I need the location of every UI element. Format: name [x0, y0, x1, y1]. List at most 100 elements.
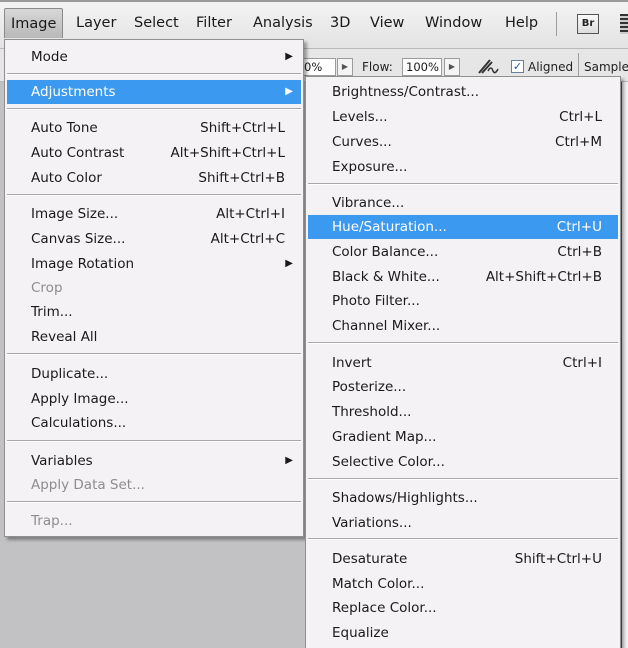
menu-item-label: Selective Color... — [332, 454, 445, 470]
menubar-divider — [556, 12, 557, 36]
airbrush-icon[interactable] — [476, 55, 502, 77]
menu-item-invert[interactable]: Invert Ctrl+I — [308, 351, 618, 375]
menu-item-calculations[interactable]: Calculations... — [7, 411, 301, 435]
menu-item-label: Trim... — [31, 304, 73, 320]
menu-item-label: Trap... — [31, 513, 73, 529]
menu-divider — [7, 73, 301, 75]
menu-item-label: Auto Color — [31, 170, 102, 186]
shortcut-label: Ctrl+M — [555, 134, 602, 150]
shortcut-label: Alt+Shift+Ctrl+L — [170, 145, 285, 161]
bridge-button[interactable]: Br — [577, 14, 599, 34]
menu-item-black-white[interactable]: Black & White... Alt+Shift+Ctrl+B — [308, 265, 618, 289]
menu-item-hue-saturation[interactable]: Hue/Saturation... Ctrl+U — [308, 215, 618, 239]
menu-item-gradient-map[interactable]: Gradient Map... — [308, 425, 618, 449]
submenu-arrow-icon: ▶ — [285, 51, 293, 62]
menu-item-curves[interactable]: Curves... Ctrl+M — [308, 130, 618, 154]
menu-divider — [308, 342, 618, 344]
menu-view[interactable]: View — [364, 8, 410, 38]
menu-item-image-size[interactable]: Image Size... Alt+Ctrl+I — [7, 202, 301, 226]
menu-item-reveal-all[interactable]: Reveal All — [7, 325, 301, 349]
menu-item-threshold[interactable]: Threshold... — [308, 400, 618, 424]
menu-item-image-rotation[interactable]: Image Rotation ▶ — [7, 252, 301, 276]
submenu-arrow-icon: ▶ — [285, 455, 293, 466]
menu-item-apply-image[interactable]: Apply Image... — [7, 387, 301, 411]
shortcut-label: Shift+Ctrl+U — [514, 551, 602, 567]
shortcut-label: Ctrl+L — [559, 109, 602, 125]
menu-item-label: Adjustments — [31, 84, 116, 100]
menu-item-label: Brightness/Contrast... — [332, 84, 480, 100]
menu-filter[interactable]: Filter — [190, 8, 238, 38]
menu-item-posterize[interactable]: Posterize... — [308, 375, 618, 399]
menu-item-apply-data-set: Apply Data Set... — [7, 473, 301, 497]
menu-analysis[interactable]: Analysis — [247, 8, 319, 38]
menu-divider — [7, 353, 301, 355]
menu-item-duplicate[interactable]: Duplicate... — [7, 362, 301, 386]
shortcut-label: Ctrl+B — [557, 244, 602, 260]
menu-item-label: Image Rotation — [31, 256, 135, 272]
menu-item-label: Invert — [332, 355, 372, 371]
menu-item-label: Replace Color... — [332, 600, 437, 616]
flow-field[interactable]: 100% — [402, 58, 442, 76]
menu-3d[interactable]: 3D — [324, 8, 356, 38]
menu-item-mode[interactable]: Mode ▶ — [7, 45, 301, 69]
flow-label: Flow: — [362, 60, 393, 74]
menu-select[interactable]: Select — [128, 8, 185, 38]
shortcut-label: Alt+Shift+Ctrl+B — [485, 269, 602, 285]
menu-item-adjustments[interactable]: Adjustments ▶ — [7, 80, 301, 104]
menu-item-label: Match Color... — [332, 576, 425, 592]
menu-divider — [7, 440, 301, 442]
menu-item-label: Levels... — [332, 109, 388, 125]
menu-item-trim[interactable]: Trim... — [7, 300, 301, 324]
menu-item-channel-mixer[interactable]: Channel Mixer... — [308, 314, 618, 338]
shortcut-label: Alt+Ctrl+I — [216, 206, 285, 222]
opacity-dropdown-button[interactable]: ▶ — [337, 58, 353, 76]
shortcut-label: Ctrl+I — [562, 355, 602, 371]
menu-item-trap: Trap... — [7, 509, 301, 533]
menu-item-variables[interactable]: Variables ▶ — [7, 449, 301, 473]
menu-item-label: Black & White... — [332, 269, 440, 285]
menu-item-variations[interactable]: Variations... — [308, 511, 618, 535]
menu-item-vibrance[interactable]: Vibrance... — [308, 191, 618, 215]
menu-item-shadows-highlights[interactable]: Shadows/Highlights... — [308, 486, 618, 510]
menu-item-canvas-size[interactable]: Canvas Size... Alt+Ctrl+C — [7, 227, 301, 251]
menu-item-auto-tone[interactable]: Auto Tone Shift+Ctrl+L — [7, 116, 301, 140]
menu-item-label: Shadows/Highlights... — [332, 490, 478, 506]
menu-item-label: Variations... — [332, 515, 412, 531]
menu-item-crop: Crop — [7, 276, 301, 300]
menu-divider — [7, 501, 301, 503]
submenu-arrow-icon: ▶ — [285, 86, 293, 97]
shortcut-label: Shift+Ctrl+B — [198, 170, 285, 186]
menu-item-color-balance[interactable]: Color Balance... Ctrl+B — [308, 240, 618, 264]
menu-item-label: Crop — [31, 280, 63, 296]
menu-item-equalize[interactable]: Equalize — [308, 621, 618, 645]
menu-item-desaturate[interactable]: Desaturate Shift+Ctrl+U — [308, 547, 618, 571]
menu-item-label: Equalize — [332, 625, 389, 641]
adjustments-submenu: Brightness/Contrast... Levels... Ctrl+L … — [305, 76, 621, 648]
mini-bridge-icon[interactable] — [620, 14, 628, 34]
aligned-checkbox[interactable]: ✓ — [511, 60, 524, 73]
menu-window[interactable]: Window — [419, 8, 488, 38]
menu-divider — [308, 538, 618, 540]
menu-item-brightness-contrast[interactable]: Brightness/Contrast... — [308, 80, 618, 104]
menu-item-label: Duplicate... — [31, 366, 109, 382]
menu-item-auto-contrast[interactable]: Auto Contrast Alt+Shift+Ctrl+L — [7, 141, 301, 165]
menu-item-auto-color[interactable]: Auto Color Shift+Ctrl+B — [7, 166, 301, 190]
flow-dropdown-button[interactable]: ▶ — [444, 58, 460, 76]
menu-item-replace-color[interactable]: Replace Color... — [308, 596, 618, 620]
menu-item-label: Desaturate — [332, 551, 408, 567]
menu-image[interactable]: Image — [4, 8, 64, 38]
menu-item-match-color[interactable]: Match Color... — [308, 572, 618, 596]
canvas-edge — [620, 82, 628, 648]
opacity-field[interactable]: 0% — [300, 58, 336, 76]
menu-layer[interactable]: Layer — [70, 8, 122, 38]
sample-label: Sample — [584, 60, 628, 74]
menu-item-label: Vibrance... — [332, 195, 405, 211]
menu-item-exposure[interactable]: Exposure... — [308, 155, 618, 179]
menu-item-selective-color[interactable]: Selective Color... — [308, 450, 618, 474]
menu-item-levels[interactable]: Levels... Ctrl+L — [308, 105, 618, 129]
menu-item-label: Calculations... — [31, 415, 127, 431]
menu-help[interactable]: Help — [499, 8, 544, 38]
menu-item-label: Reveal All — [31, 329, 98, 345]
menu-item-photo-filter[interactable]: Photo Filter... — [308, 289, 618, 313]
aligned-label: Aligned — [528, 60, 574, 74]
